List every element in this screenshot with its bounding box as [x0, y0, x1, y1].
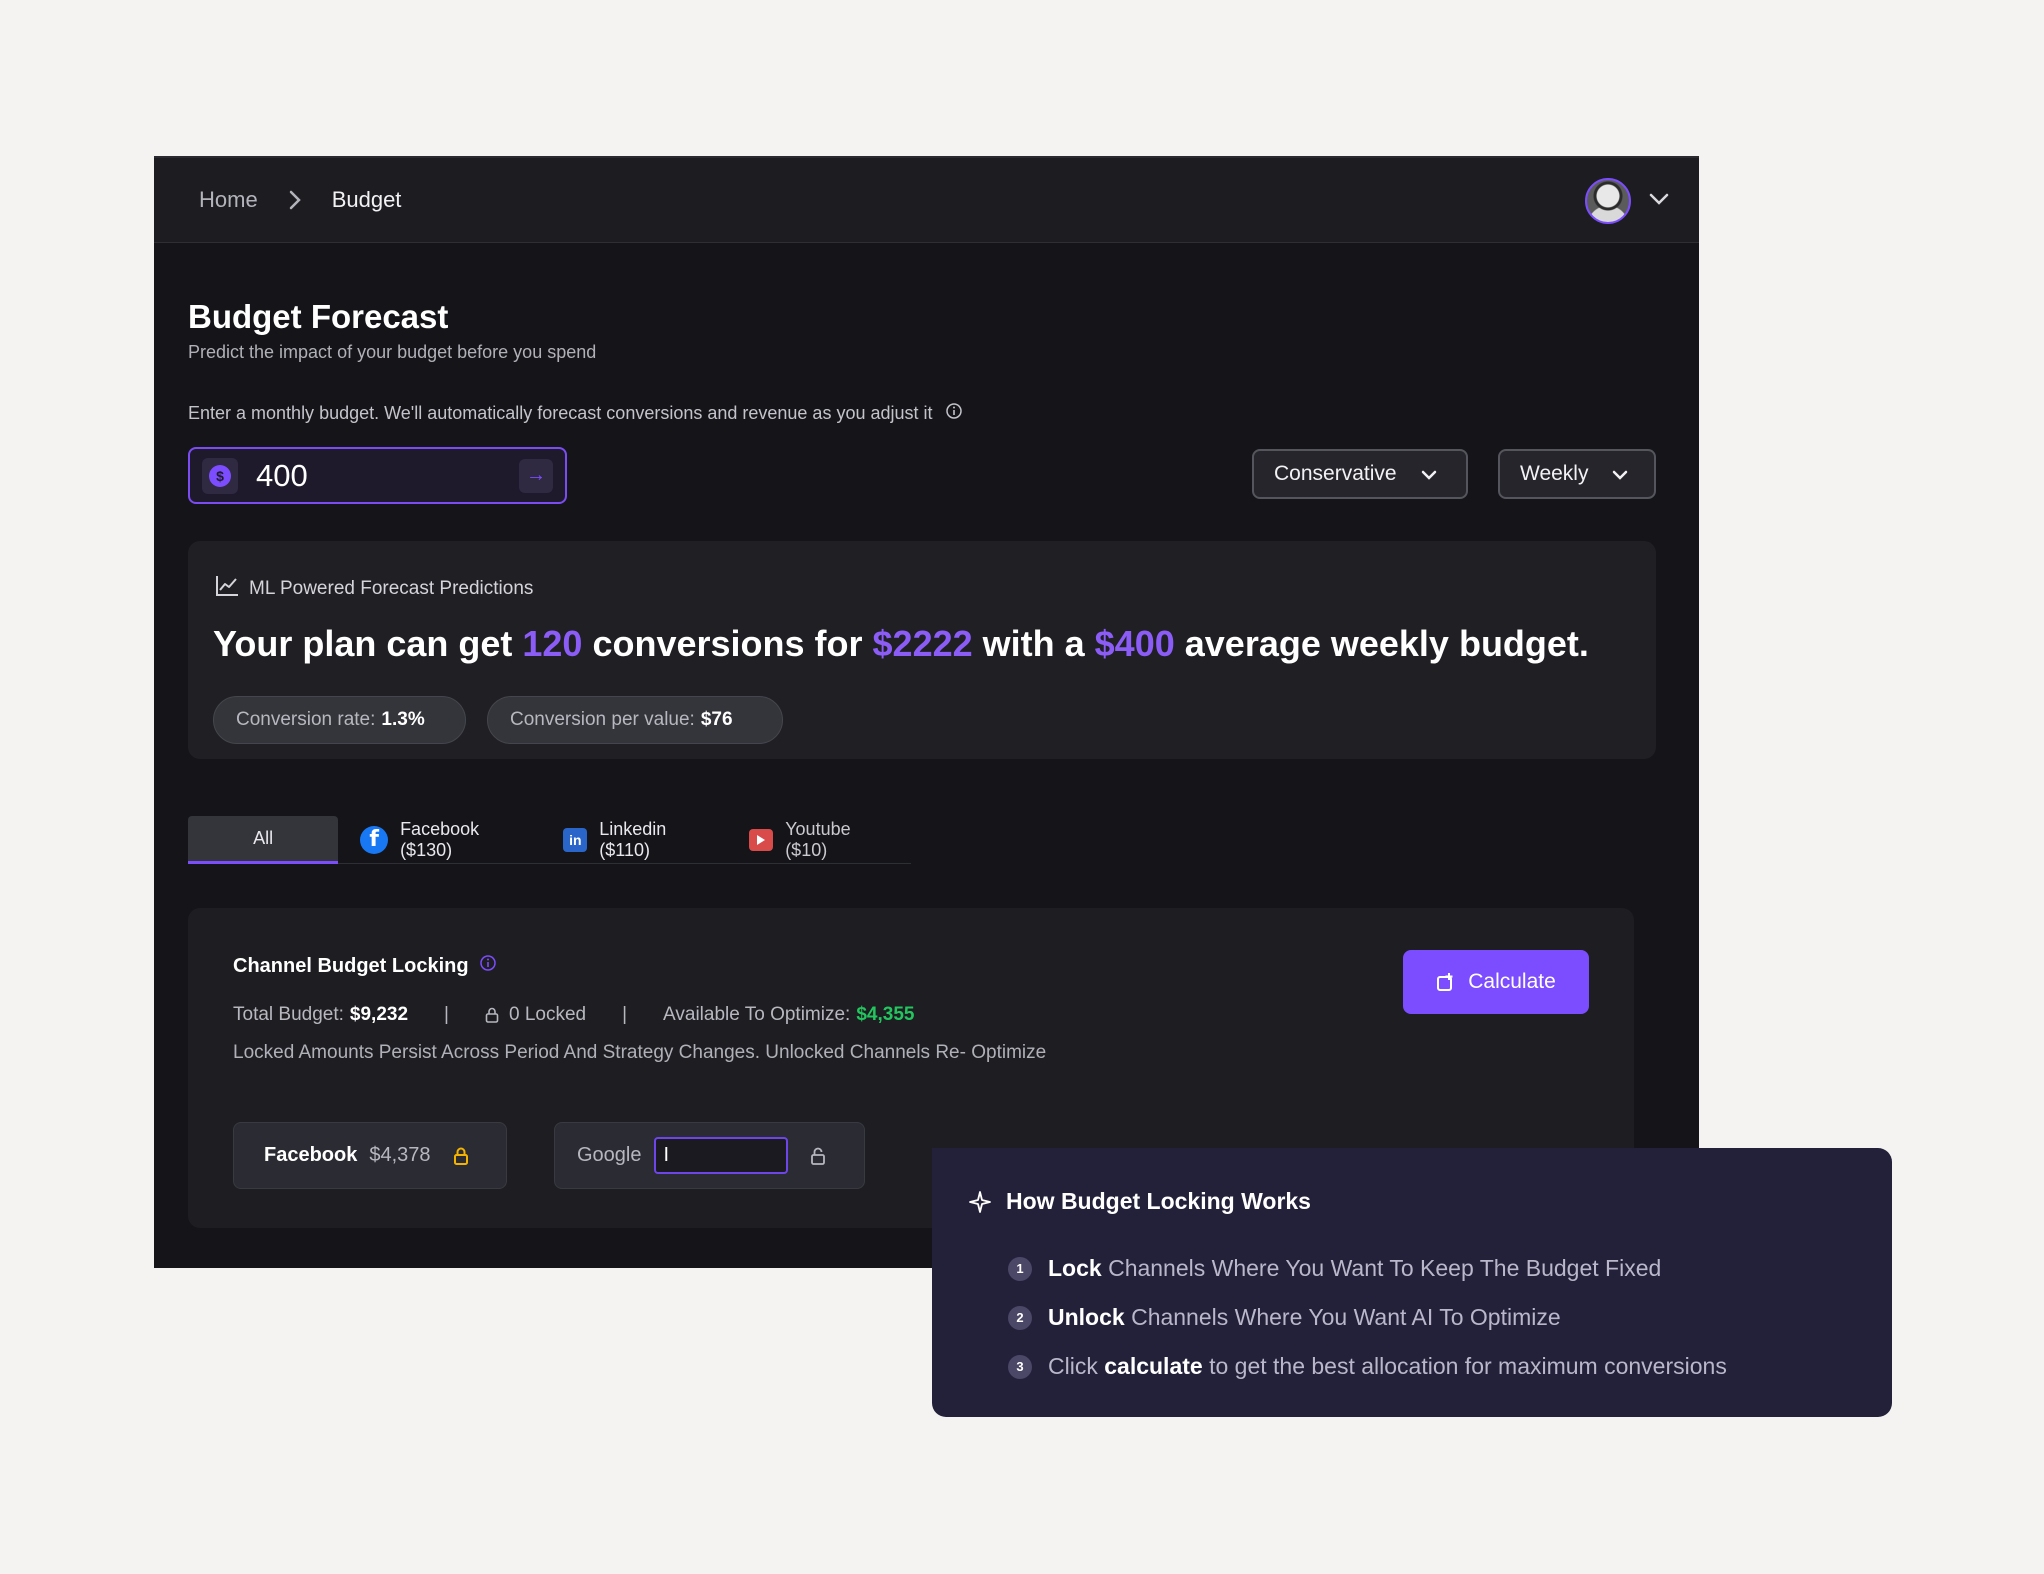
how-title-text: How Budget Locking Works — [1006, 1188, 1311, 1214]
app-window: Home Budget Budget Forecast Predict the … — [154, 156, 1699, 1268]
budget-hint-text: Enter a monthly budget. We'll automatica… — [188, 403, 933, 423]
total-budget-label: Total Budget: — [233, 1004, 344, 1025]
budget-input[interactable]: $ 400 → — [188, 447, 567, 504]
stat-separator: | — [622, 1004, 628, 1025]
step-number: 2 — [1008, 1305, 1032, 1330]
conversion-value-label: Conversion per value: — [510, 709, 695, 730]
list-item: 2 Unlock Channels Where You Want AI To O… — [1008, 1293, 1727, 1342]
step-bold: Unlock — [1048, 1304, 1125, 1330]
chevron-down-icon — [1421, 462, 1437, 486]
conversion-rate-value: 1.3% — [381, 709, 425, 730]
step-bold: calculate — [1104, 1353, 1203, 1379]
headline-text: with a — [972, 623, 1095, 664]
linkedin-icon: in — [563, 827, 588, 852]
breadcrumb-current: Budget — [331, 187, 402, 212]
step-bold: Lock — [1048, 1255, 1102, 1281]
breadcrumb-home[interactable]: Home — [199, 187, 258, 213]
headline-text: Your plan can get — [213, 623, 523, 664]
channel-tabs: All f Facebook ($130) in Linkedin ($110)… — [188, 815, 911, 864]
channel-amount: $4,378 — [369, 1144, 431, 1166]
tab-youtube[interactable]: Youtube ($10) — [735, 816, 911, 864]
budget-hint: Enter a monthly budget. We'll automatica… — [188, 402, 963, 425]
info-icon[interactable] — [945, 402, 963, 425]
tab-label: All — [253, 827, 274, 848]
dollar-icon: $ — [202, 457, 238, 494]
tab-all[interactable]: All — [188, 815, 339, 864]
headline-conversions: 120 — [522, 623, 583, 664]
tab-linkedin[interactable]: in Linkedin ($110) — [549, 816, 735, 864]
info-icon[interactable] — [479, 954, 497, 978]
forecast-card: ML Powered Forecast Predictions Your pla… — [188, 541, 1656, 759]
step-number: 3 — [1008, 1354, 1032, 1379]
avatar[interactable] — [1585, 178, 1631, 224]
calculate-label: Calculate — [1468, 970, 1556, 993]
calculate-icon — [1436, 972, 1456, 992]
forecast-label-text: ML Powered Forecast Predictions — [249, 578, 534, 599]
strategy-select[interactable]: Conservative — [1252, 449, 1468, 499]
headline-text: conversions for — [582, 623, 873, 664]
tab-label: Linkedin ($110) — [599, 818, 667, 860]
step-text: Channels Where You Want To Keep The Budg… — [1101, 1255, 1662, 1281]
youtube-icon — [749, 828, 774, 851]
step-number: 1 — [1008, 1256, 1032, 1281]
channel-chip-google: Google — [554, 1122, 865, 1189]
channel-name: Google — [577, 1144, 642, 1166]
step-text: Click — [1048, 1353, 1105, 1379]
sparkle-icon — [968, 1190, 992, 1214]
step-text: to get the best allocation for maximum c… — [1202, 1353, 1727, 1379]
lock-icon[interactable] — [453, 1147, 469, 1165]
period-select[interactable]: Weekly — [1498, 449, 1656, 499]
stat-separator: | — [444, 1004, 449, 1025]
headline-revenue: $2222 — [872, 623, 973, 664]
total-budget-value: $9,232 — [349, 1004, 409, 1025]
strategy-select-value: Conservative — [1274, 462, 1397, 485]
user-menu[interactable] — [1585, 178, 1669, 224]
channel-name: Facebook — [264, 1144, 358, 1166]
locked-count: 0 Locked — [508, 1004, 587, 1025]
how-locking-works-card: How Budget Locking Works 1 Lock Channels… — [932, 1148, 1892, 1417]
chevron-down-icon[interactable] — [1649, 192, 1669, 210]
headline-budget: $400 — [1094, 623, 1175, 664]
conversion-rate-pill: Conversion rate: 1.3% — [213, 696, 466, 744]
calculate-button[interactable]: Calculate — [1403, 950, 1589, 1014]
budget-value[interactable]: 400 — [256, 458, 519, 494]
google-budget-input[interactable] — [653, 1137, 788, 1174]
how-title: How Budget Locking Works — [968, 1188, 1311, 1215]
forecast-headline: Your plan can get 120 conversions for $2… — [213, 623, 1589, 665]
conversion-value-value: $76 — [700, 709, 733, 730]
locking-note: Locked Amounts Persist Across Period And… — [233, 1042, 1047, 1063]
list-item: 1 Lock Channels Where You Want To Keep T… — [1008, 1244, 1727, 1293]
submit-arrow-button[interactable]: → — [519, 458, 553, 493]
chevron-right-icon — [288, 189, 302, 211]
locking-title-text: Channel Budget Locking — [233, 954, 469, 977]
tab-facebook[interactable]: f Facebook ($130) — [346, 816, 549, 864]
locking-stats: Total Budget: $9,232 | 0 Locked | Availab… — [233, 1004, 914, 1026]
lock-icon — [485, 1007, 499, 1023]
channel-chip-facebook[interactable]: Facebook $4,378 — [233, 1122, 507, 1189]
tab-label: Facebook ($130) — [400, 818, 480, 860]
tab-label: Youtube ($10) — [785, 818, 851, 860]
conversion-rate-label: Conversion rate: — [236, 709, 376, 730]
unlock-icon[interactable] — [810, 1147, 826, 1165]
chevron-down-icon — [1612, 462, 1628, 486]
how-steps: 1 Lock Channels Where You Want To Keep T… — [1008, 1244, 1727, 1391]
step-text: Channels Where You Want AI To Optimize — [1124, 1304, 1561, 1330]
list-item: 3 Click calculate to get the best alloca… — [1008, 1342, 1727, 1391]
page-title: Budget Forecast — [188, 298, 449, 335]
available-value: $4,355 — [856, 1004, 915, 1025]
conversion-value-pill: Conversion per value: $76 — [487, 696, 783, 744]
headline-text: average weekly budget. — [1174, 623, 1589, 664]
period-select-value: Weekly — [1520, 462, 1589, 485]
available-label: Available To Optimize: — [663, 1004, 851, 1025]
breadcrumb: Home Budget — [199, 187, 401, 213]
forecast-label: ML Powered Forecast Predictions — [215, 575, 533, 603]
facebook-icon: f — [360, 825, 389, 854]
line-chart-icon — [215, 575, 239, 603]
page-subtitle: Predict the impact of your budget before… — [188, 342, 597, 362]
locking-title: Channel Budget Locking — [233, 954, 497, 978]
top-bar: Home Budget — [154, 158, 1699, 243]
